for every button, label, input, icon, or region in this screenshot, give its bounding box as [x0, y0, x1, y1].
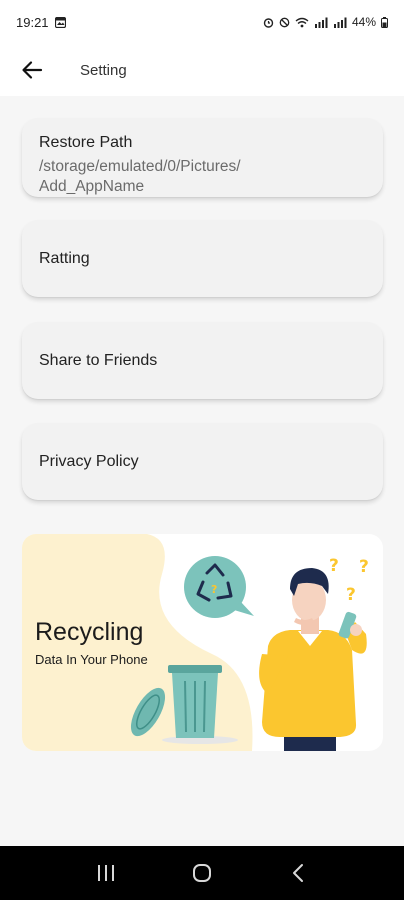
restore-path-title: Restore Path [39, 134, 133, 151]
battery-icon [381, 16, 388, 28]
status-left: 19:21 [16, 15, 66, 30]
status-bar: 19:21 44% [0, 0, 404, 44]
rating-title: Ratting [39, 249, 90, 267]
back-icon [293, 864, 303, 882]
share-card[interactable]: Share to Friends [22, 322, 383, 399]
arrow-back-icon [22, 61, 43, 79]
recent-apps-icon [98, 865, 114, 881]
privacy-policy-card[interactable]: Privacy Policy [22, 423, 383, 500]
recent-apps-button[interactable] [86, 853, 126, 893]
signal-icon-2 [333, 17, 347, 28]
wifi-icon [295, 17, 309, 27]
privacy-policy-title: Privacy Policy [39, 452, 139, 470]
settings-content: Restore Path /storage/emulated/0/Picture… [0, 96, 404, 846]
restore-path-line2: Add_AppName [39, 178, 145, 195]
banner-title: Recycling [35, 618, 144, 646]
share-title: Share to Friends [39, 351, 158, 369]
back-button[interactable] [10, 48, 54, 92]
status-time: 19:21 [16, 14, 49, 30]
status-right: 44% [263, 15, 388, 29]
rating-card[interactable]: Ratting [22, 220, 383, 297]
question-mark-icon-3: ? [346, 585, 356, 605]
question-mark-icon-1: ? [329, 556, 339, 576]
page-title: Setting [80, 61, 127, 79]
restore-path-card[interactable]: Restore Path /storage/emulated/0/Picture… [22, 118, 383, 197]
question-mark-icon-2: ? [359, 557, 369, 577]
app-bar: Setting [0, 44, 404, 96]
home-button[interactable] [182, 853, 222, 893]
mute-icon [279, 17, 290, 27]
home-icon [193, 864, 211, 882]
gallery-notification-icon [54, 16, 66, 28]
battery-percent: 44% [351, 15, 376, 29]
question-mark-icon: ? [211, 583, 217, 596]
signal-icon [314, 17, 328, 28]
system-nav-bar [0, 846, 404, 900]
banner-subtitle: Data In Your Phone [35, 652, 148, 667]
nav-back-button[interactable] [278, 853, 318, 893]
alarm-icon [263, 17, 274, 28]
trash-can-rim [168, 665, 222, 673]
recycling-banner[interactable]: ? ? ? ? Recycling Data In Your Phone [22, 534, 383, 751]
restore-path-line1: /storage/emulated/0/Pictures/ [39, 158, 241, 175]
